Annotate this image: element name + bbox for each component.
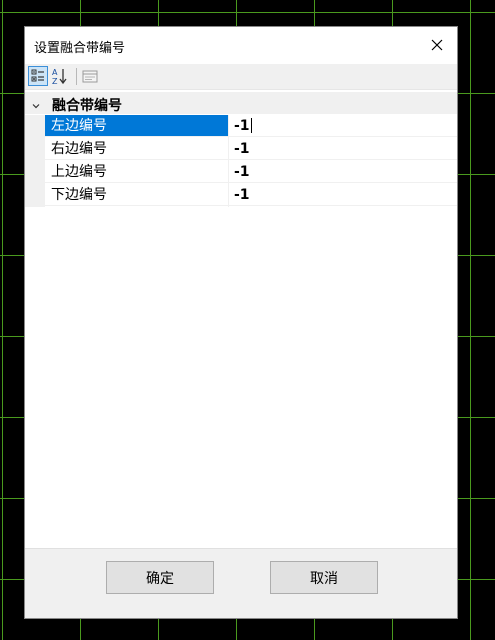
sort-alphabetical-icon: A Z: [52, 68, 67, 86]
property-name[interactable]: 左边编号: [45, 115, 228, 137]
property-name[interactable]: 右边编号: [45, 138, 228, 160]
dialog-footer: 确定 取消: [25, 548, 457, 618]
close-icon: [431, 39, 443, 51]
property-value: -1: [234, 118, 250, 134]
property-value[interactable]: -1: [229, 161, 457, 183]
row-gutter: [25, 161, 45, 184]
property-value[interactable]: -1: [229, 138, 457, 160]
alphabetical-sort-button[interactable]: A Z: [50, 66, 70, 86]
property-value[interactable]: -1: [229, 184, 457, 206]
property-pages-button[interactable]: [80, 66, 100, 86]
text-caret: [250, 118, 252, 133]
categorized-view-icon: [31, 69, 44, 82]
property-row-left[interactable]: 左边编号 -1: [25, 115, 457, 138]
title-bar[interactable]: 设置融合带编号: [25, 27, 457, 63]
toolbar-separator: [76, 68, 77, 85]
property-pages-icon: [82, 70, 98, 83]
set-blend-band-number-dialog: 设置融合带编号 A Z 融合带编号 左边编号 -1 右边编号 -1 上边编号 -…: [24, 26, 458, 619]
row-gutter: [25, 138, 45, 161]
dialog-title: 设置融合带编号: [34, 41, 126, 56]
property-row-right[interactable]: 右边编号 -1: [25, 138, 457, 161]
property-name[interactable]: 下边编号: [45, 184, 228, 206]
close-button[interactable]: [417, 27, 457, 63]
category-row-blend-band-number[interactable]: 融合带编号: [25, 92, 457, 114]
categorized-view-button[interactable]: [28, 66, 48, 86]
chevron-down-icon[interactable]: [31, 96, 41, 115]
row-gutter: [25, 184, 45, 207]
cancel-button[interactable]: 取消: [270, 561, 378, 594]
row-gutter: [25, 115, 45, 138]
svg-text:A: A: [52, 68, 58, 77]
property-value-editor[interactable]: -1: [229, 115, 457, 137]
property-row-bottom[interactable]: 下边编号 -1: [25, 184, 457, 207]
category-label: 融合带编号: [52, 98, 122, 114]
ok-button[interactable]: 确定: [106, 561, 214, 594]
property-grid-toolbar: A Z: [25, 64, 457, 90]
svg-text:Z: Z: [52, 77, 58, 86]
property-grid: 融合带编号 左边编号 -1 右边编号 -1 上边编号 -1 下边编号 -1: [25, 90, 457, 547]
property-name[interactable]: 上边编号: [45, 161, 228, 183]
property-row-top[interactable]: 上边编号 -1: [25, 161, 457, 184]
